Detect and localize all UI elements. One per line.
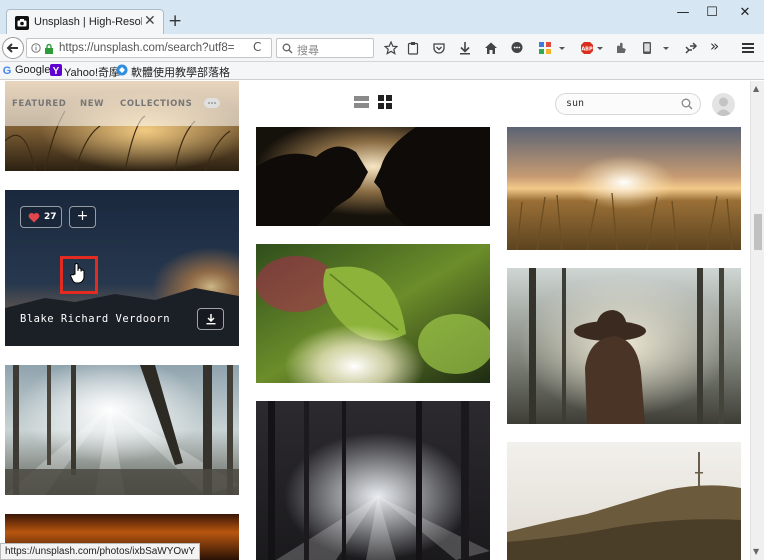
- photo-image: [256, 127, 490, 226]
- download-icon[interactable]: [458, 41, 472, 55]
- tab-close-icon[interactable]: ✕: [144, 13, 156, 29]
- back-button[interactable]: [2, 37, 24, 59]
- bookmark-yahoo[interactable]: Yahoo!奇摩: [64, 64, 120, 80]
- search-icon: [282, 43, 293, 54]
- browser-search-box[interactable]: 搜尋: [276, 38, 374, 58]
- bookmarks-toolbar: G Google Y Yahoo!奇摩 軟體使用教學部落格: [0, 62, 764, 80]
- page-scrollbar[interactable]: ▲ ▼: [750, 81, 764, 560]
- back-arrow-icon: [6, 43, 18, 53]
- author-name[interactable]: Blake Richard Verdoorn: [20, 313, 170, 325]
- browser-tab-unsplash[interactable]: Unsplash | High-Resoluti... ✕: [6, 9, 164, 35]
- adblock-icon[interactable]: ABP: [580, 41, 594, 55]
- scrollbar-thumb[interactable]: [754, 214, 762, 250]
- bookmark-star-icon[interactable]: [384, 41, 398, 55]
- url-text: https://unsplash.com/search?utf8=: [59, 42, 235, 54]
- yahoo-icon: Y: [50, 64, 62, 76]
- scroll-down-arrow-icon[interactable]: ▼: [753, 547, 759, 556]
- add-to-collection-button[interactable]: +: [69, 206, 96, 228]
- hand-extension-icon[interactable]: [614, 41, 628, 55]
- photo-card-forest-rays[interactable]: [5, 365, 239, 495]
- photo-column-1: 27 + Blake Richard Verdoorn: [5, 81, 239, 560]
- home-icon[interactable]: [484, 41, 498, 55]
- site-search-input[interactable]: sun: [555, 93, 701, 115]
- avatar[interactable]: [712, 93, 735, 116]
- photo-card-silhouette-couple[interactable]: [256, 127, 490, 226]
- pocket-icon[interactable]: [432, 41, 446, 55]
- nav-new[interactable]: NEW: [80, 99, 104, 109]
- chat-icon[interactable]: [510, 41, 524, 55]
- photo-image: [256, 244, 490, 383]
- like-button[interactable]: 27: [20, 206, 62, 228]
- lock-icon: [45, 43, 53, 54]
- maximize-button[interactable]: ☐: [698, 4, 726, 22]
- photo-image: [507, 268, 741, 424]
- photo-column-3: [507, 81, 741, 560]
- list-view-icon[interactable]: [354, 95, 369, 109]
- photo-image: [507, 442, 741, 560]
- download-photo-button[interactable]: [197, 308, 224, 330]
- more-options-icon[interactable]: [204, 98, 220, 108]
- search-icon[interactable]: [681, 98, 693, 110]
- minimize-button[interactable]: —: [669, 4, 697, 22]
- dropdown-arrow-icon[interactable]: [596, 41, 604, 55]
- download-icon: [206, 314, 216, 325]
- dropdown-arrow-icon[interactable]: [558, 41, 566, 55]
- blog-icon: [116, 64, 128, 76]
- photo-card-grass-sunset[interactable]: [507, 127, 741, 250]
- address-bar[interactable]: https://unsplash.com/search?utf8= C: [26, 38, 272, 58]
- bookmark-google[interactable]: Google: [15, 64, 50, 76]
- reload-icon[interactable]: C: [253, 40, 261, 54]
- hamburger-menu-icon[interactable]: [741, 41, 755, 55]
- grid-view-icon[interactable]: [378, 95, 392, 109]
- camera-icon: [15, 16, 29, 30]
- nav-collections[interactable]: COLLECTIONS: [120, 99, 192, 109]
- svg-text:Y: Y: [53, 66, 60, 76]
- google-icon: G: [3, 65, 12, 76]
- like-count: 27: [44, 212, 57, 222]
- svg-text:G: G: [3, 65, 12, 76]
- navigation-toolbar: https://unsplash.com/search?utf8= C 搜尋 A…: [0, 34, 764, 62]
- user-icon: [715, 97, 732, 116]
- dropdown-arrow-icon[interactable]: [662, 41, 670, 55]
- unsplash-page: 27 + Blake Richard Verdoorn FEATURED NEW…: [0, 81, 750, 560]
- scroll-up-arrow-icon[interactable]: ▲: [753, 84, 759, 93]
- photo-card-hovered[interactable]: 27 + Blake Richard Verdoorn: [5, 190, 239, 346]
- photo-image: [507, 127, 741, 250]
- info-icon: [31, 43, 41, 53]
- photo-card-leaves-sun[interactable]: [256, 244, 490, 383]
- photo-card-woman-hat[interactable]: [507, 268, 741, 424]
- close-window-button[interactable]: ✕: [731, 4, 759, 22]
- photo-card-hollywood-hills[interactable]: [507, 442, 741, 560]
- overflow-menu-icon[interactable]: »: [710, 37, 724, 55]
- heart-icon: [28, 213, 40, 223]
- search-query: sun: [566, 98, 585, 109]
- sync-icon[interactable]: [684, 41, 698, 55]
- photo-image: [256, 401, 490, 560]
- phone-icon[interactable]: [640, 41, 654, 55]
- nav-featured[interactable]: FEATURED: [12, 99, 66, 109]
- highlight-box: [60, 256, 98, 294]
- photo-image: [5, 81, 239, 171]
- photo-card-field-dusk[interactable]: [5, 81, 239, 171]
- bookmark-blog[interactable]: 軟體使用教學部落格: [131, 64, 230, 80]
- new-tab-button[interactable]: +: [168, 12, 182, 30]
- extension-grid-icon[interactable]: [538, 41, 552, 55]
- svg-text:ABP: ABP: [581, 47, 593, 53]
- hand-cursor-icon: [70, 263, 85, 284]
- title-bar: Unsplash | High-Resoluti... ✕ + — ☐ ✕: [0, 0, 764, 35]
- photo-column-2: [256, 81, 490, 560]
- photo-image: [5, 365, 239, 495]
- photo-card-misty-forest[interactable]: [256, 401, 490, 560]
- clipboard-icon[interactable]: [406, 41, 420, 55]
- tab-title: Unsplash | High-Resoluti...: [34, 16, 142, 28]
- search-placeholder: 搜尋: [297, 44, 319, 57]
- link-status-bar: https://unsplash.com/photos/ixbSaWYOwY: [0, 543, 201, 560]
